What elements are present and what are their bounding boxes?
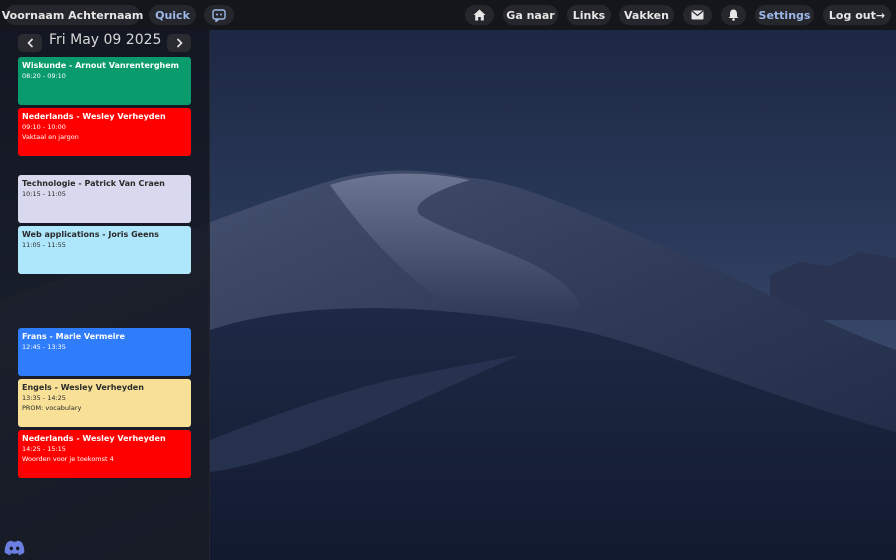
chevron-left-icon bbox=[26, 38, 33, 48]
day-schedule-panel: Fri May 09 2025 Wiskunde - Arnout Vanren… bbox=[0, 30, 210, 560]
subjects-label: Vakken bbox=[624, 8, 669, 22]
lesson-time: 10:15 - 11:05 bbox=[22, 190, 66, 198]
lesson-card[interactable]: Frans - Marie Vermeire 12:45 - 13:35 bbox=[18, 328, 191, 376]
settings-label: Settings bbox=[758, 8, 811, 22]
logout-button[interactable]: Log out→ bbox=[823, 5, 891, 25]
settings-button[interactable]: Settings bbox=[755, 5, 814, 25]
home-icon bbox=[473, 9, 486, 21]
lesson-title: Technologie - Patrick Van Craen bbox=[22, 179, 165, 188]
lesson-time: 13:35 - 14:25 bbox=[22, 394, 66, 402]
home-button[interactable] bbox=[465, 5, 494, 25]
next-day-button[interactable] bbox=[167, 34, 191, 52]
chat-icon bbox=[212, 8, 226, 22]
mail-button[interactable] bbox=[683, 5, 712, 25]
logout-label: Log out→ bbox=[828, 8, 886, 22]
subjects-button[interactable]: Vakken bbox=[619, 5, 674, 25]
notifications-button[interactable] bbox=[721, 5, 746, 25]
lesson-title: Nederlands - Wesley Verheyden bbox=[22, 112, 166, 121]
chevron-right-icon bbox=[176, 38, 183, 48]
top-bar: Voornaam Achternaam Quick Ga naar Links … bbox=[0, 0, 896, 30]
links-button[interactable]: Links bbox=[567, 5, 611, 25]
lesson-card[interactable]: Web applications - Joris Geens 11:05 - 1… bbox=[18, 226, 191, 274]
lesson-card[interactable]: Nederlands - Wesley Verheyden 09:10 - 10… bbox=[18, 108, 191, 156]
lesson-title: Engels - Wesley Verheyden bbox=[22, 383, 144, 392]
links-label: Links bbox=[572, 8, 606, 22]
lesson-note: Vaktaal en jargon bbox=[22, 133, 79, 141]
goto-label: Ga naar bbox=[506, 8, 555, 22]
lesson-card[interactable]: Engels - Wesley Verheyden 13:35 - 14:25 … bbox=[18, 379, 191, 427]
bell-icon bbox=[728, 9, 739, 21]
lesson-title: Nederlands - Wesley Verheyden bbox=[22, 434, 166, 443]
quick-label: Quick bbox=[155, 8, 190, 22]
chat-button[interactable] bbox=[204, 5, 234, 25]
current-date: Fri May 09 2025 bbox=[49, 32, 162, 48]
user-name-button[interactable]: Voornaam Achternaam bbox=[2, 5, 143, 25]
lesson-card[interactable]: Nederlands - Wesley Verheyden 14:25 - 15… bbox=[18, 430, 191, 478]
discord-icon[interactable] bbox=[4, 540, 25, 556]
lesson-note: PROM: vocabulary bbox=[22, 404, 82, 412]
previous-day-button[interactable] bbox=[18, 34, 42, 52]
quick-button[interactable]: Quick bbox=[149, 5, 196, 25]
mail-icon bbox=[691, 10, 704, 20]
lesson-title: Web applications - Joris Geens bbox=[22, 230, 159, 239]
lesson-time: 14:25 - 15:15 bbox=[22, 445, 66, 453]
lesson-time: 11:05 - 11:55 bbox=[22, 241, 66, 249]
lesson-card[interactable]: Technologie - Patrick Van Craen 10:15 - … bbox=[18, 175, 191, 223]
user-name-label: Voornaam Achternaam bbox=[1, 8, 144, 22]
lesson-title: Frans - Marie Vermeire bbox=[22, 332, 125, 341]
lesson-time: 12:45 - 13:35 bbox=[22, 343, 66, 351]
lesson-note: Woorden voor je toekomst 4 bbox=[22, 455, 114, 463]
goto-button[interactable]: Ga naar bbox=[503, 5, 558, 25]
lesson-card[interactable]: Wiskunde - Arnout Vanrenterghem 08:20 - … bbox=[18, 57, 191, 105]
lesson-time: 08:20 - 09:10 bbox=[22, 72, 66, 80]
lesson-time: 09:10 - 10:00 bbox=[22, 123, 66, 131]
lesson-title: Wiskunde - Arnout Vanrenterghem bbox=[22, 61, 180, 70]
